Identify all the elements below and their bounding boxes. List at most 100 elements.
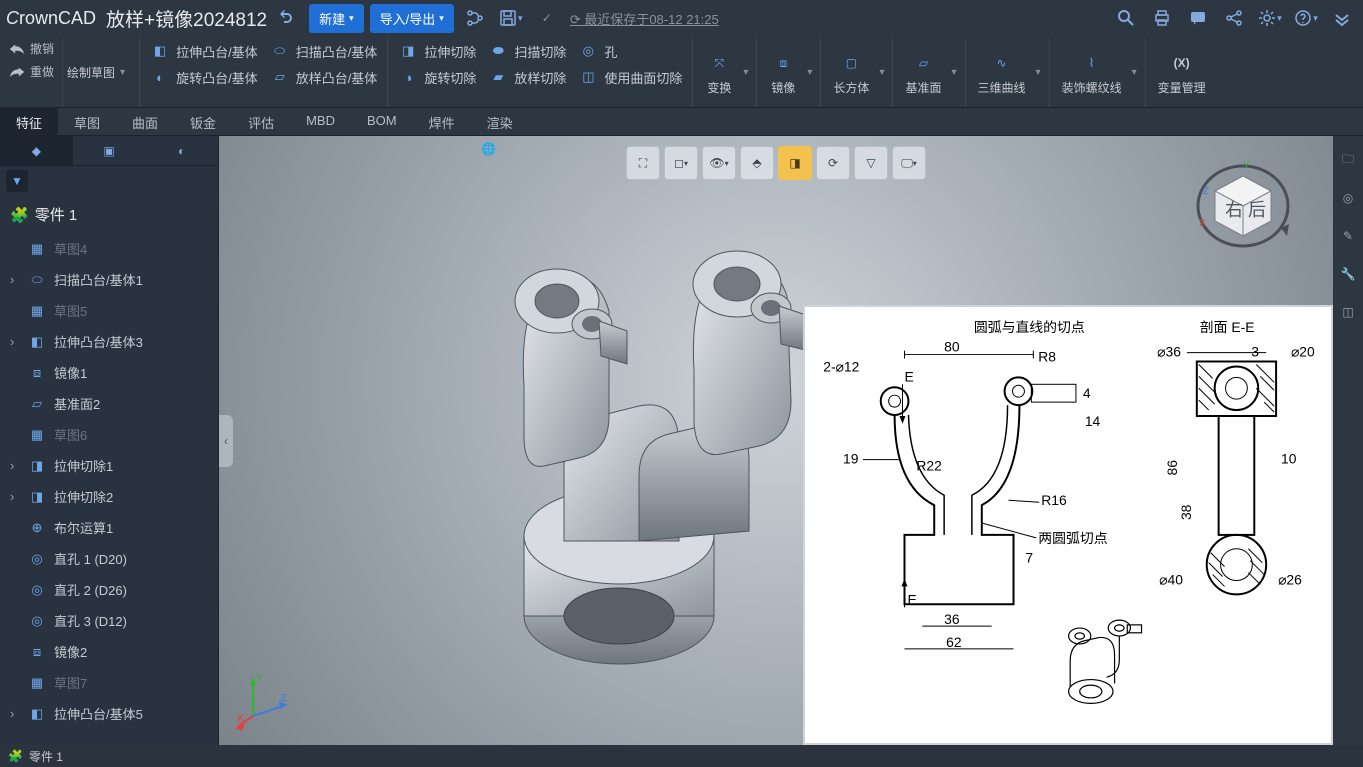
tree-item[interactable]: ▱基准面2 — [0, 388, 218, 419]
help-icon[interactable]: ▾ — [1291, 3, 1321, 33]
collapse-icon[interactable] — [1327, 3, 1357, 33]
undo-button[interactable]: 撤销 — [8, 38, 54, 59]
print-icon[interactable] — [1147, 3, 1177, 33]
undo-arrow-icon[interactable] — [273, 3, 303, 33]
sidebar-collapse-handle[interactable]: ‹ — [219, 415, 233, 467]
save-icon[interactable]: ▾ — [496, 3, 526, 33]
tree-item[interactable]: ›◨拉伸切除1 — [0, 450, 218, 481]
filter-view-icon[interactable]: ▽ — [854, 146, 888, 180]
cuboid-button[interactable]: ▢长方体 — [827, 45, 875, 100]
app-logo: CCrownCADrownCAD — [6, 8, 96, 29]
tree-item[interactable]: ▦草图7 — [0, 667, 218, 698]
shade-mode-icon[interactable]: ◨ — [778, 146, 812, 180]
revolve-boss-button[interactable]: ◐旋转凸台/基体 — [150, 67, 258, 87]
tree-item[interactable]: ◎直孔 1 (D20) — [0, 543, 218, 574]
section-icon[interactable]: ⬘ — [740, 146, 774, 180]
fit-view-icon[interactable]: ⛶ — [626, 146, 660, 180]
rail-dropper-icon[interactable]: ✎ — [1338, 226, 1358, 246]
svg-text:⌀36: ⌀36 — [1157, 344, 1181, 360]
tree-item[interactable]: ▦草图4 — [0, 233, 218, 264]
tree-item[interactable]: ⊕布尔运算1 — [0, 512, 218, 543]
view-cube[interactable]: 右 后 Y Z X — [1193, 156, 1293, 256]
tab-surface[interactable]: 曲面 — [116, 108, 174, 135]
chat-icon[interactable] — [1183, 3, 1213, 33]
rail-cube-icon[interactable]: ◫ — [1338, 302, 1358, 322]
revolve-cut-button[interactable]: ◑旋转切除 — [398, 67, 476, 87]
tree-item[interactable]: ›◧拉伸凸台/基体3 — [0, 326, 218, 357]
share-icon[interactable] — [1219, 3, 1249, 33]
svg-text:2-⌀12: 2-⌀12 — [823, 358, 859, 374]
rail-target-icon[interactable]: ◎ — [1338, 188, 1358, 208]
tree-item[interactable]: ›◨拉伸切除2 — [0, 481, 218, 512]
tab-feature[interactable]: 特征 — [0, 108, 58, 135]
status-part-label[interactable]: 零件 1 — [29, 748, 63, 765]
branch-icon[interactable] — [460, 3, 490, 33]
sweep-boss-button[interactable]: ⬭扫描凸台/基体 — [270, 41, 378, 61]
tree-item[interactable]: ▦草图5 — [0, 295, 218, 326]
extrude-boss-button[interactable]: ◧拉伸凸台/基体 — [150, 41, 258, 61]
svg-text:R16: R16 — [1041, 492, 1067, 508]
tab-evaluate[interactable]: 评估 — [232, 108, 290, 135]
thread-button[interactable]: ⌇装饰螺纹线 — [1056, 45, 1128, 100]
tree-item[interactable]: ▦草图6 — [0, 419, 218, 450]
3d-curve-button[interactable]: ∿三维曲线 — [972, 45, 1032, 100]
svg-text:X: X — [1199, 218, 1206, 229]
tab-sheetmetal[interactable]: 钣金 — [174, 108, 232, 135]
side-tab-display[interactable]: ◐ — [145, 136, 218, 165]
tab-mbd[interactable]: MBD — [290, 108, 351, 135]
svg-text:R8: R8 — [1038, 349, 1056, 365]
hole-button[interactable]: ◎孔 — [578, 41, 617, 61]
tree-item[interactable]: ›⬭扫描凸台/基体1 — [0, 264, 218, 295]
extrude-cut-button[interactable]: ◨拉伸切除 — [398, 41, 476, 61]
filter-icon[interactable]: ▼ — [6, 170, 28, 192]
loft-cut-button[interactable]: ▰放样切除 — [488, 67, 566, 87]
svg-text:E: E — [905, 368, 914, 384]
tree-item[interactable]: ⧈镜像2 — [0, 636, 218, 667]
document-title: 放样+镜像2024812 — [106, 5, 267, 32]
visibility-icon[interactable]: 👁 ▾ — [702, 146, 736, 180]
rail-wrench-icon[interactable]: 🔧 — [1338, 264, 1358, 284]
viewport-3d[interactable]: 🌐 ⛶ ◻ ▾ 👁 ▾ ⬘ ◨ ⟳ ▽ 🖵 ▾ ‹ — [219, 136, 1333, 745]
svg-text:R22: R22 — [916, 458, 942, 474]
tree-item[interactable]: ◎直孔 3 (D12) — [0, 605, 218, 636]
tab-weld[interactable]: 焊件 — [413, 108, 471, 135]
globe-icon[interactable]: 🌐 — [481, 142, 496, 156]
tree-item[interactable]: ›◧拉伸凸台/基体5 — [0, 698, 218, 729]
variable-mgmt-button[interactable]: (X)变量管理 — [1152, 45, 1212, 100]
new-button[interactable]: 新建 — [309, 4, 364, 33]
mirror-button[interactable]: ⧈镜像 — [763, 45, 803, 100]
sketch-dropdown[interactable]: 绘制草图 ▾ — [63, 58, 131, 87]
datum-plane-button[interactable]: ▱基准面 — [899, 45, 947, 100]
tab-render[interactable]: 渲染 — [471, 108, 529, 135]
tree-item[interactable]: ◎直孔 2 (D26) — [0, 574, 218, 605]
side-tab-config[interactable]: ▣ — [73, 136, 146, 165]
tab-sketch[interactable]: 草图 — [58, 108, 116, 135]
svg-text:圆弧与直线的切点: 圆弧与直线的切点 — [974, 319, 1085, 335]
axis-triad: Y Z X — [233, 671, 293, 731]
side-tab-feature-tree[interactable]: ◆ — [0, 136, 73, 165]
right-rail: 🗀 ◎ ✎ 🔧 ◫ — [1333, 136, 1363, 745]
view-cube-icon[interactable]: ◻ ▾ — [664, 146, 698, 180]
tree-root[interactable]: 🧩 零件 1 — [0, 196, 218, 233]
check-icon[interactable]: ✓ — [532, 3, 562, 33]
tree-item[interactable]: ⧈镜像1 — [0, 357, 218, 388]
loft-boss-button[interactable]: ▱放样凸台/基体 — [270, 67, 378, 87]
rail-folder-icon[interactable]: 🗀 — [1338, 150, 1358, 170]
import-export-button[interactable]: 导入/导出 — [370, 4, 454, 33]
transform-button[interactable]: ⤧变换 — [699, 45, 739, 100]
rotate-icon[interactable]: ⟳ — [816, 146, 850, 180]
search-icon[interactable] — [1111, 3, 1141, 33]
display-icon[interactable]: 🖵 ▾ — [892, 146, 926, 180]
redo-button[interactable]: 重做 — [8, 61, 54, 82]
svg-text:Y: Y — [1243, 160, 1250, 171]
tab-bom[interactable]: BOM — [351, 108, 413, 135]
svg-text:Y: Y — [256, 673, 263, 684]
settings-icon[interactable]: ▾ — [1255, 3, 1285, 33]
svg-text:10: 10 — [1281, 451, 1297, 467]
svg-text:剖面 E-E: 剖面 E-E — [1200, 319, 1255, 335]
svg-text:14: 14 — [1085, 413, 1101, 429]
sweep-cut-button[interactable]: ⬬扫描切除 — [488, 41, 566, 61]
surface-cut-button[interactable]: ◫使用曲面切除 — [578, 67, 682, 87]
svg-text:19: 19 — [843, 451, 859, 467]
last-saved-label[interactable]: ⟳ 最近保存于08-12 21:25 — [568, 9, 719, 28]
